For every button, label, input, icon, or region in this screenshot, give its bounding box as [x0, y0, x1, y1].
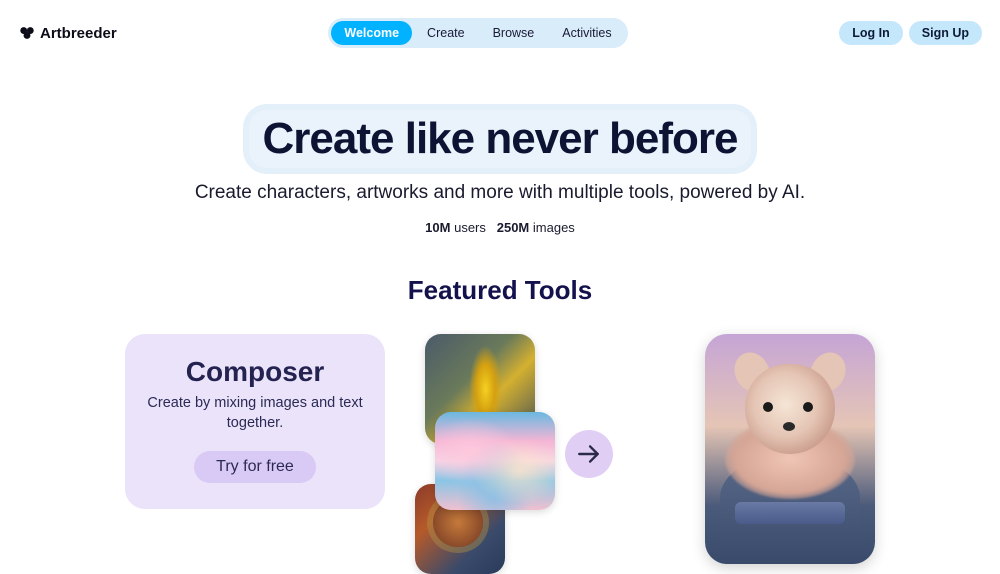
- try-for-free-button[interactable]: Try for free: [194, 451, 316, 483]
- nav-browse[interactable]: Browse: [480, 21, 548, 45]
- composer-description: Create by mixing images and text togethe…: [143, 394, 367, 433]
- signup-button[interactable]: Sign Up: [909, 21, 982, 45]
- header: Artbreeder Welcome Create Browse Activit…: [0, 0, 1000, 48]
- composer-input-cluster: [405, 334, 685, 564]
- images-count: 250M: [497, 220, 530, 235]
- brand-name: Artbreeder: [40, 25, 117, 42]
- composer-card: Composer Create by mixing images and tex…: [125, 334, 385, 509]
- nav-create[interactable]: Create: [414, 21, 478, 45]
- composer-title: Composer: [143, 356, 367, 388]
- artbreeder-logo-icon: [18, 26, 36, 40]
- hero-subtitle: Create characters, artworks and more wit…: [0, 182, 1000, 204]
- brand-logo[interactable]: Artbreeder: [18, 25, 117, 42]
- featured-tools-heading: Featured Tools: [0, 275, 1000, 306]
- hero-section: Create like never before Create characte…: [0, 110, 1000, 235]
- hero-stats: 10M users 250M images: [0, 220, 1000, 235]
- users-count: 10M: [425, 220, 450, 235]
- hero-title: Create like never before: [249, 110, 752, 168]
- users-label: users: [454, 220, 486, 235]
- main-nav: Welcome Create Browse Activities: [328, 18, 627, 48]
- sample-image-clouds: [435, 412, 555, 510]
- nav-activities[interactable]: Activities: [549, 21, 624, 45]
- images-label: images: [533, 220, 575, 235]
- login-button[interactable]: Log In: [839, 21, 903, 45]
- auth-buttons: Log In Sign Up: [839, 21, 982, 45]
- composer-result-image: [705, 334, 875, 564]
- featured-tools-row: Composer Create by mixing images and tex…: [0, 334, 1000, 564]
- arrow-right-icon: [565, 430, 613, 478]
- nav-welcome[interactable]: Welcome: [331, 21, 412, 45]
